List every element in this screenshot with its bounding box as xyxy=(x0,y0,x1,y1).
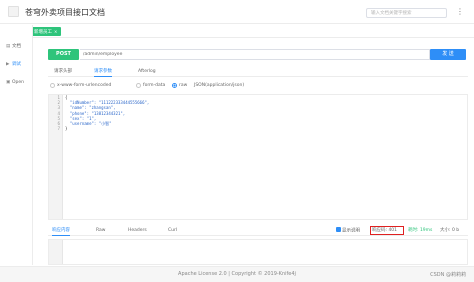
main-panel: POST 发 送 请求头部 请求参数 Afterlog x-www-form-u… xyxy=(34,39,474,265)
show-desc-toggle[interactable]: 显示说明 xyxy=(336,227,360,236)
tab-afterlog[interactable]: Afterlog xyxy=(138,67,156,77)
response-bar: 响应内容 Raw Headers Curl 显示说明 响应码: 401 耗时: … xyxy=(48,226,468,236)
tab-response-headers[interactable]: Headers xyxy=(128,226,147,236)
sidebar-item-label: 文档 xyxy=(12,44,21,49)
line-number: 7 xyxy=(57,126,60,132)
radio-dot[interactable] xyxy=(50,83,55,88)
status-code: 响应码: 401 xyxy=(372,228,398,233)
tab-label: 新增员工 xyxy=(34,30,52,35)
sidebar-item-debug[interactable]: ▶ 调试 xyxy=(6,61,21,69)
footer: Apache License 2.0 | Copyright © 2019-Kn… xyxy=(0,266,474,282)
sidebar-item-doc[interactable]: ▤ 文档 xyxy=(6,43,21,51)
sidebar-item-label: Open xyxy=(12,80,25,85)
radio-label: form-data xyxy=(143,83,166,88)
top-bar: 苍穹外卖项目接口文档 ⋮ xyxy=(0,0,474,24)
request-body-editor[interactable]: 1 2 3 4 5 6 7 { "idNumber": "11122233344… xyxy=(48,94,468,220)
logo-icon xyxy=(8,6,19,17)
radio-dot[interactable] xyxy=(172,83,177,88)
sidebar-item-open[interactable]: ▣ Open xyxy=(6,79,24,87)
response-time: 耗时: 19ms xyxy=(408,228,433,233)
checkbox-icon[interactable] xyxy=(336,227,341,232)
send-button[interactable]: 发 送 xyxy=(430,49,466,60)
method-select[interactable]: POST xyxy=(48,49,79,60)
radio-raw[interactable]: raw xyxy=(172,83,187,88)
radio-form-data[interactable]: form-data xyxy=(136,83,165,88)
search-input[interactable] xyxy=(367,9,446,17)
body-type-group: x-www-form-urlencoded form-data raw JSON… xyxy=(48,82,468,90)
tab-response-content[interactable]: 响应内容 xyxy=(52,226,70,236)
close-icon[interactable]: × xyxy=(54,29,57,34)
tab-request-params[interactable]: 请求参数 xyxy=(94,67,112,77)
show-desc-label: 显示说明 xyxy=(342,228,360,234)
url-box[interactable] xyxy=(80,49,430,60)
more-menu-icon[interactable]: ⋮ xyxy=(455,7,465,17)
tab-response-curl[interactable]: Curl xyxy=(168,226,177,236)
content-type-select[interactable]: JSON(application/json) xyxy=(194,83,244,88)
sidebar-item-label: 调试 xyxy=(12,62,21,67)
tab-response-raw[interactable]: Raw xyxy=(96,226,105,236)
tab-strip: 主页 新增员工× xyxy=(0,25,474,38)
line-gutter xyxy=(49,240,63,264)
code-line: } xyxy=(65,126,68,132)
request-tabs: 请求头部 请求参数 Afterlog xyxy=(48,67,468,77)
line-gutter: 1 2 3 4 5 6 7 xyxy=(49,95,63,219)
radio-dot[interactable] xyxy=(136,83,141,88)
response-size: 大小: 0 b xyxy=(440,228,460,233)
radio-label: x-www-form-urlencoded xyxy=(57,83,112,88)
search-box[interactable] xyxy=(366,8,447,18)
response-body-editor[interactable] xyxy=(48,239,468,265)
radio-label: raw xyxy=(179,83,188,88)
url-input[interactable] xyxy=(80,50,429,59)
code-area[interactable]: { "idNumber": "111222333444555666", "nam… xyxy=(65,95,465,131)
tab-request-headers[interactable]: 请求头部 xyxy=(54,67,72,77)
sidebar: ▤ 文档 ▶ 调试 ▣ Open xyxy=(0,25,33,265)
watermark-text: CSDN @莉莉莉 xyxy=(430,272,466,278)
tab-add-employee[interactable]: 新增员工 × xyxy=(30,27,62,36)
app-title: 苍穹外卖项目接口文档 xyxy=(25,8,105,17)
copyright-text: Apache License 2.0 | Copyright © 2019-Kn… xyxy=(178,271,296,277)
radio-urlencoded[interactable]: x-www-form-urlencoded xyxy=(50,83,111,88)
content-type-label: JSON(application/json) xyxy=(194,83,245,88)
